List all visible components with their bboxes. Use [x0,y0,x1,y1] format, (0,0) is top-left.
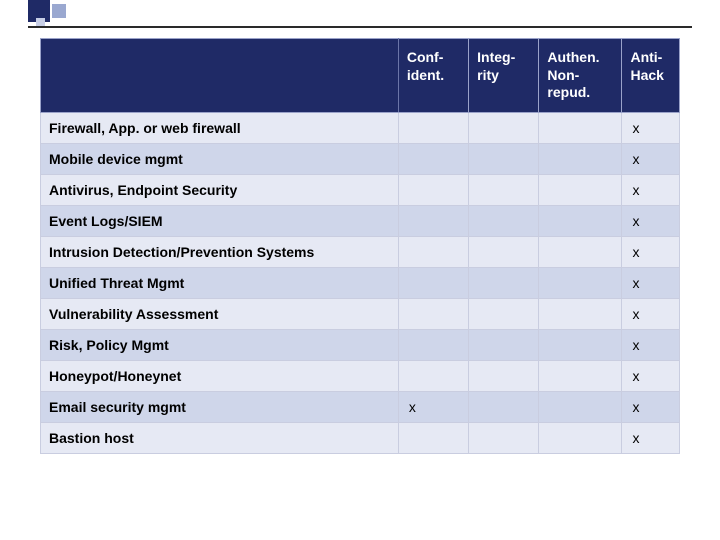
table-row: Antivirus, Endpoint Security x [41,174,680,205]
cell [539,329,622,360]
header-integrity: Integ-rity [469,39,539,113]
cell [398,329,468,360]
header-confidentiality: Conf-ident. [398,39,468,113]
cell [539,267,622,298]
cell [539,391,622,422]
table-header-row: Conf-ident. Integ-rity Authen.Non-repud.… [41,39,680,113]
cell [398,205,468,236]
cell [469,360,539,391]
cell [469,329,539,360]
cell [539,360,622,391]
security-matrix-table: Conf-ident. Integ-rity Authen.Non-repud.… [40,38,680,454]
table-row: Event Logs/SIEM x [41,205,680,236]
top-divider [28,26,692,28]
header-antihack: Anti-Hack [622,39,680,113]
cell [398,112,468,143]
table-row: Intrusion Detection/Prevention Systems x [41,236,680,267]
cell [398,360,468,391]
header-authen-nonrepud: Authen.Non-repud. [539,39,622,113]
slide: Conf-ident. Integ-rity Authen.Non-repud.… [0,0,720,540]
cell: x [622,236,680,267]
table-row: Honeypot/Honeynet x [41,360,680,391]
table-row: Bastion host x [41,422,680,453]
table-row: Vulnerability Assessment x [41,298,680,329]
cell: x [622,205,680,236]
header-blank [41,39,399,113]
cell [539,205,622,236]
cell [469,112,539,143]
cell: x [622,267,680,298]
row-label: Vulnerability Assessment [41,298,399,329]
cell [398,298,468,329]
cell [469,174,539,205]
cell [398,422,468,453]
table-row: Risk, Policy Mgmt x [41,329,680,360]
cell [469,267,539,298]
cell: x [622,143,680,174]
table-row: Mobile device mgmt x [41,143,680,174]
cell: x [622,391,680,422]
row-label: Risk, Policy Mgmt [41,329,399,360]
cell [469,143,539,174]
row-label: Antivirus, Endpoint Security [41,174,399,205]
cell [539,143,622,174]
cell [469,205,539,236]
table-row: Unified Threat Mgmt x [41,267,680,298]
row-label: Unified Threat Mgmt [41,267,399,298]
cell: x [622,422,680,453]
cell [539,236,622,267]
corner-squares-decoration [28,0,98,26]
table-row: Email security mgmt x x [41,391,680,422]
cell [398,143,468,174]
cell: x [622,298,680,329]
cell: x [622,360,680,391]
row-label: Intrusion Detection/Prevention Systems [41,236,399,267]
cell [469,298,539,329]
cell [539,174,622,205]
table-row: Firewall, App. or web firewall x [41,112,680,143]
table-body: Firewall, App. or web firewall x Mobile … [41,112,680,453]
cell [539,422,622,453]
cell: x [622,329,680,360]
cell: x [622,174,680,205]
cell [398,267,468,298]
cell: x [622,112,680,143]
cell [539,298,622,329]
cell [398,174,468,205]
row-label: Email security mgmt [41,391,399,422]
cell [469,236,539,267]
cell [398,236,468,267]
cell [539,112,622,143]
cell [469,422,539,453]
row-label: Honeypot/Honeynet [41,360,399,391]
cell: x [398,391,468,422]
row-label: Mobile device mgmt [41,143,399,174]
row-label: Bastion host [41,422,399,453]
row-label: Event Logs/SIEM [41,205,399,236]
cell [469,391,539,422]
row-label: Firewall, App. or web firewall [41,112,399,143]
